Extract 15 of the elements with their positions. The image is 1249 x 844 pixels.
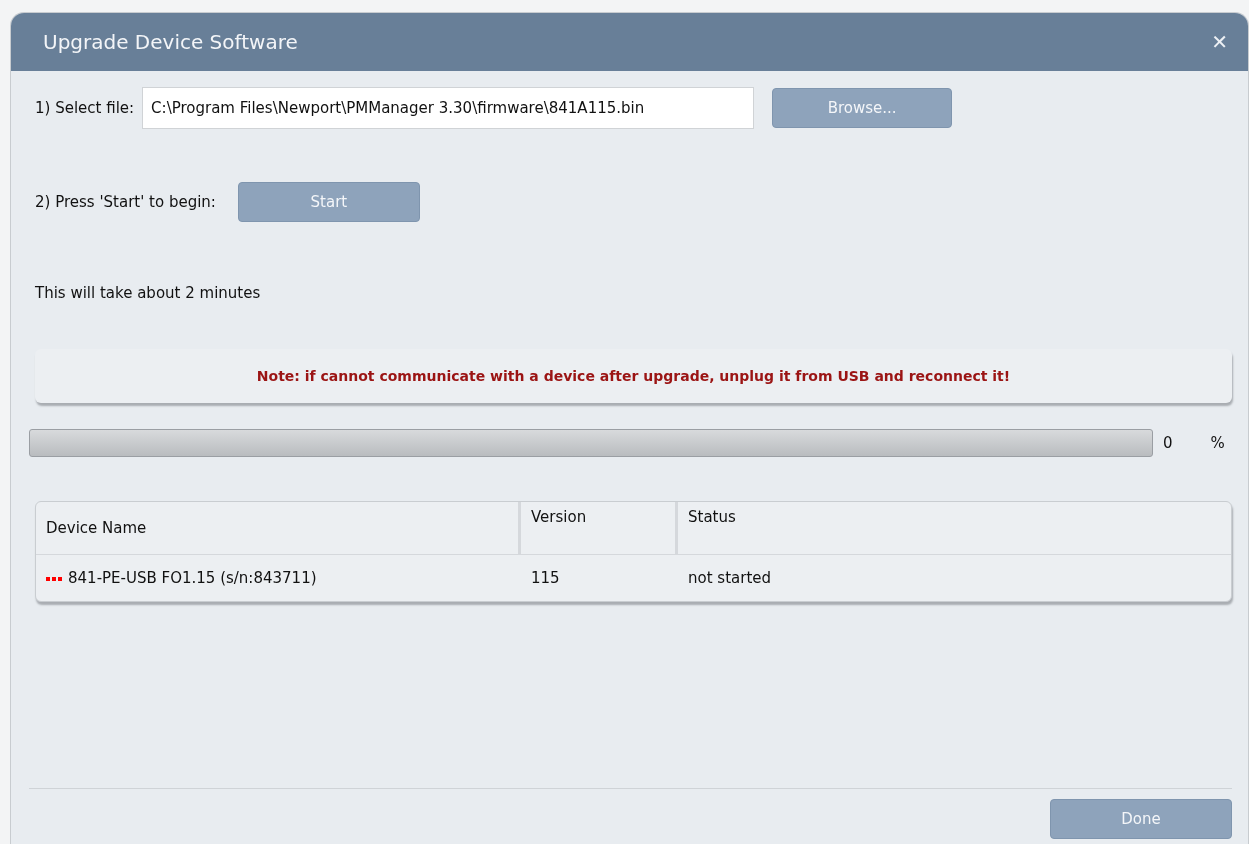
column-header[interactable]: Device Name — [36, 502, 518, 554]
select-file-label: 1) Select file: — [35, 99, 135, 117]
window-title: Upgrade Device Software — [43, 30, 298, 54]
column-header[interactable]: Version — [518, 502, 675, 554]
duration-note: This will take about 2 minutes — [35, 284, 262, 302]
progress-value: 0 — [1163, 434, 1173, 452]
table-cell: 841-PE-USB FO1.15 (s/n:843711) — [68, 569, 317, 587]
percent-sign: % — [1210, 434, 1225, 452]
start-instruction-label: 2) Press 'Start' to begin: — [35, 193, 216, 211]
table-cell: 115 — [531, 569, 560, 587]
column-header[interactable]: Status — [675, 502, 1231, 554]
file-path-field[interactable]: C:\Program Files\Newport\PMManager 3.30\firmware\841A115.bin — [142, 87, 755, 129]
warning-banner: Note: if cannot communicate with a device after upgrade, unplug it from USB and reconnect it! — [35, 349, 1232, 403]
close-button[interactable]: ✕ — [1205, 30, 1234, 54]
table-cell: not started — [688, 569, 772, 587]
